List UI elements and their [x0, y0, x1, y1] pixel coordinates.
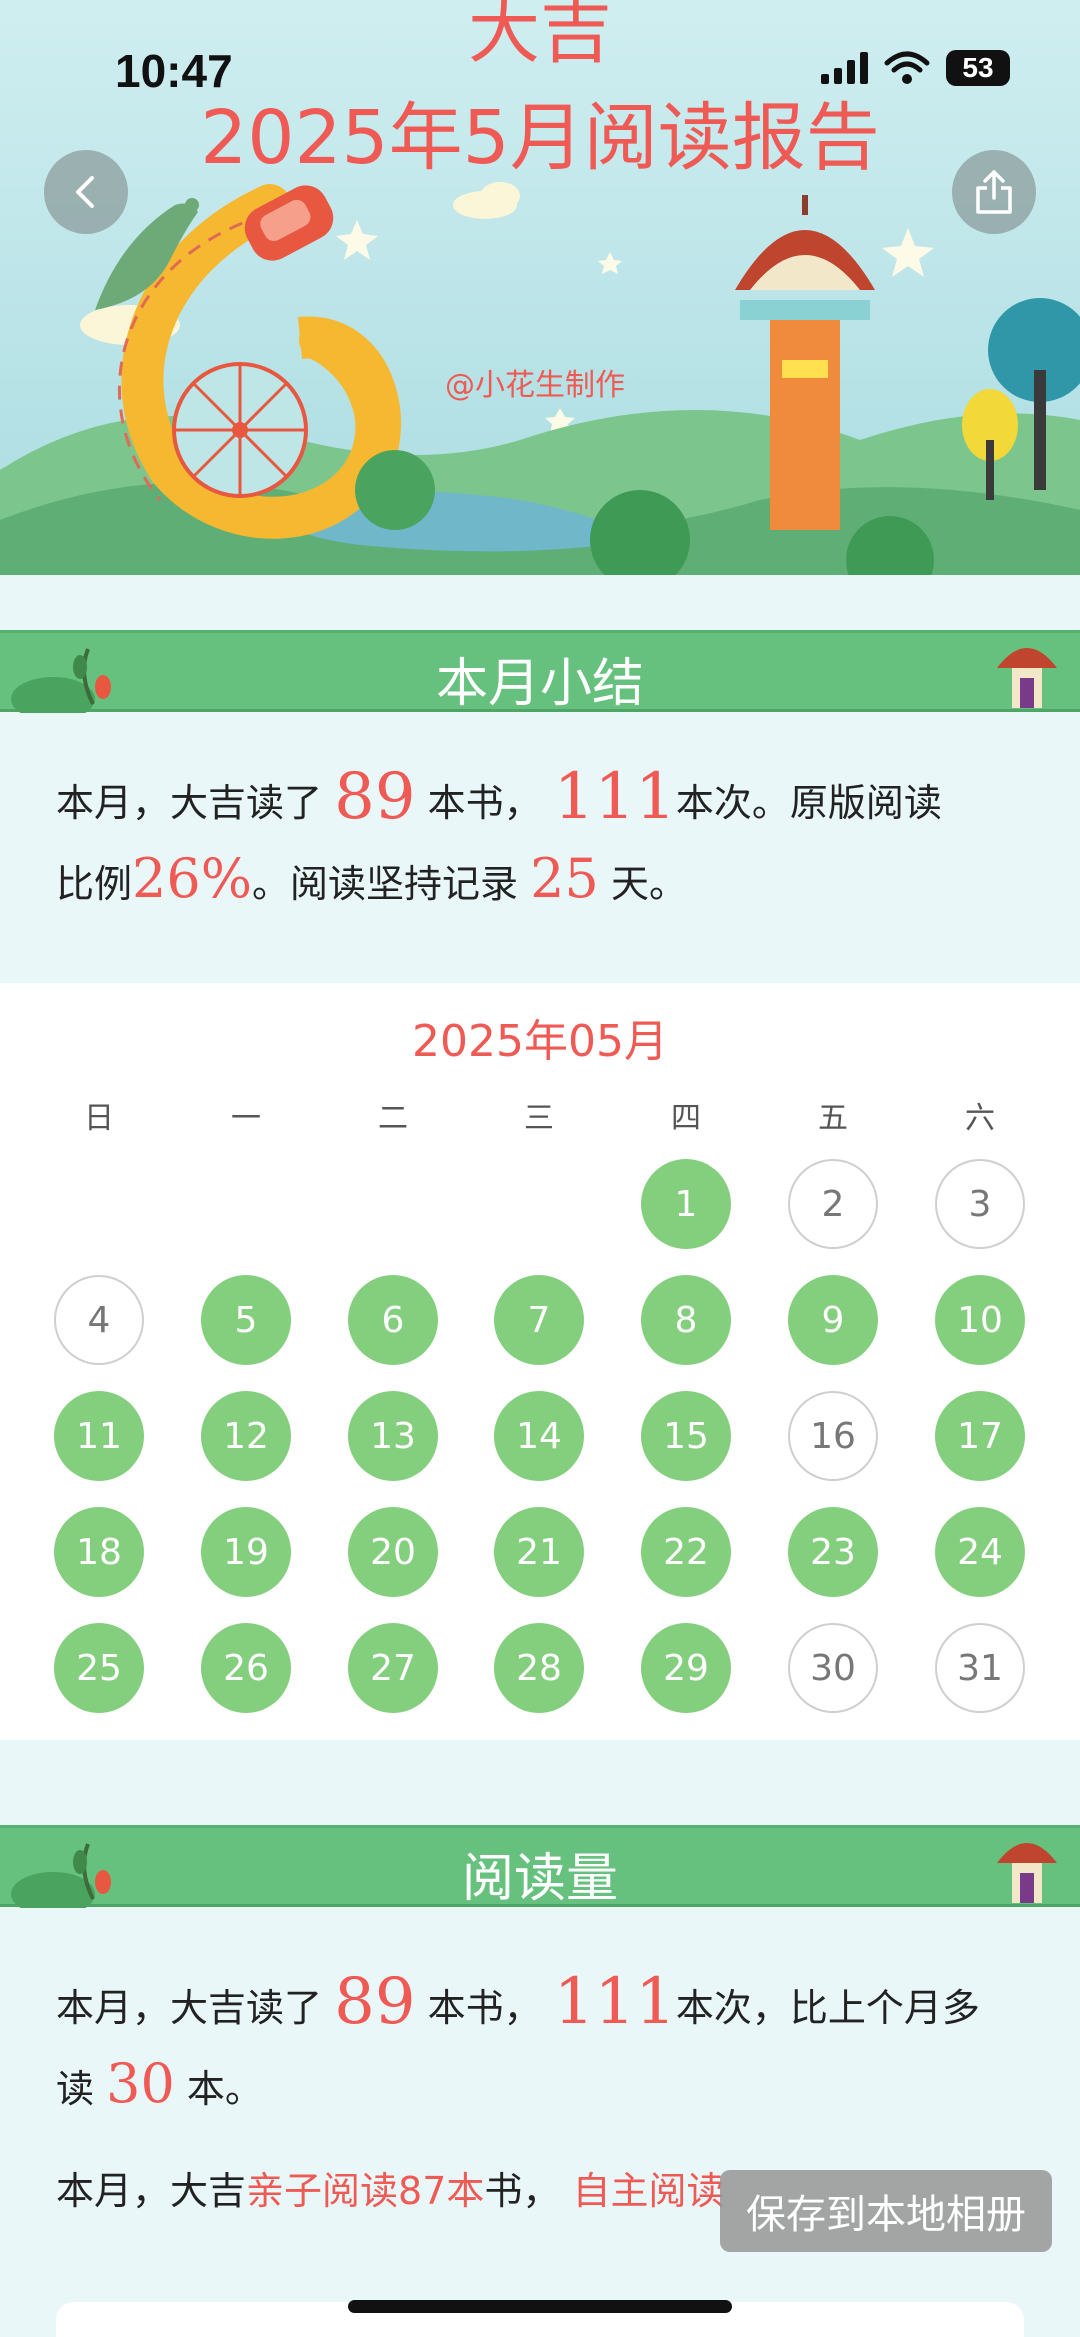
streak-days: 25	[530, 847, 599, 910]
volume-text-part: 读	[56, 2067, 95, 2111]
battery-indicator: 53	[946, 50, 1010, 86]
calendar-day[interactable]: 22	[641, 1507, 731, 1597]
volume-section-title: 阅读量	[461, 1849, 618, 1909]
calendar-day[interactable]: 2	[788, 1159, 878, 1249]
share-icon	[976, 170, 1012, 214]
calendar-day[interactable]: 4	[54, 1275, 144, 1365]
weekday-label: 三	[524, 1101, 554, 1136]
weekday-label: 日	[84, 1101, 114, 1136]
volume-panel: 本月，大吉读了 89 本书， 111本次，比上个月多 读 30 本。 本月，大吉…	[0, 1908, 1080, 2337]
calendar-day[interactable]: 6	[348, 1275, 438, 1365]
calendar-day[interactable]: 20	[348, 1507, 438, 1597]
calendar-day[interactable]: 25	[54, 1623, 144, 1713]
calendar-day[interactable]: 29	[641, 1623, 731, 1713]
calendar-day[interactable]: 31	[935, 1623, 1025, 1713]
calendar-day[interactable]: 8	[641, 1275, 731, 1365]
volume-books-count: 89	[334, 1965, 416, 2039]
calendar-day[interactable]: 3	[935, 1159, 1025, 1249]
wifi-icon	[884, 51, 930, 84]
tower-decoration-icon	[997, 1843, 1057, 1903]
books-count: 89	[334, 760, 416, 834]
calendar-day[interactable]: 23	[788, 1507, 878, 1597]
volume-text: 本月，大吉读了 89 本书， 111本次，比上个月多 读 30 本。	[56, 1964, 1024, 2127]
status-time: 10:47	[115, 45, 233, 97]
weekday-label: 四	[671, 1101, 701, 1136]
tower-decoration-icon	[997, 648, 1057, 708]
summary-text-part: 。阅读坚持记录	[252, 862, 519, 906]
weekday-label: 六	[965, 1101, 995, 1136]
calendar-day[interactable]: 12	[201, 1391, 291, 1481]
weekday-label: 二	[378, 1101, 408, 1136]
save-to-album-button[interactable]: 保存到本地相册	[720, 2170, 1052, 2252]
more-than-last-month: 30	[106, 2052, 175, 2115]
calendar-day[interactable]: 1	[641, 1159, 731, 1249]
calendar-day[interactable]: 30	[788, 1623, 878, 1713]
calendar-day[interactable]: 24	[935, 1507, 1025, 1597]
calendar-title: 2025年05月	[412, 1016, 668, 1067]
calendar-day[interactable]: 16	[788, 1391, 878, 1481]
calendar-day[interactable]: 13	[348, 1391, 438, 1481]
volume-text-part: 本月，大吉读了	[56, 1986, 323, 2030]
calendar-day[interactable]: 9	[788, 1275, 878, 1365]
volume-section-header: 阅读量	[0, 1825, 1080, 1909]
original-ratio: 26%	[132, 847, 253, 910]
status-icons: 53	[821, 50, 1010, 86]
cellular-signal-icon	[821, 52, 868, 84]
summary-section-title: 本月小结	[435, 654, 644, 714]
home-indicator	[348, 2300, 732, 2313]
calendar-day[interactable]: 27	[348, 1623, 438, 1713]
back-button[interactable]	[44, 150, 128, 234]
read-times-count: 111	[553, 760, 676, 834]
volume-text-part: 本次，比上个月多	[675, 1986, 980, 2030]
calendar-day[interactable]: 17	[935, 1391, 1025, 1481]
chevron-left-icon	[76, 176, 94, 208]
share-button[interactable]	[952, 150, 1036, 234]
summary-text-part: 本书，	[427, 781, 542, 825]
parent-child-reading: 亲子阅读87本	[246, 2169, 485, 2213]
reading-type-part: 书，	[484, 2169, 561, 2213]
reading-type-part: 本月，大吉	[56, 2169, 247, 2213]
calendar-day[interactable]: 15	[641, 1391, 731, 1481]
weekday-label: 五	[818, 1101, 848, 1136]
summary-text-part: 本月，大吉读了	[56, 781, 323, 825]
summary-panel: 本月，大吉读了 89 本书， 111本次。原版阅读 比例26%。阅读坚持记录 2…	[0, 713, 1080, 983]
volume-text-part: 本。	[186, 2067, 263, 2111]
summary-text-part: 天。	[610, 862, 687, 906]
calendar-day[interactable]: 7	[494, 1275, 584, 1365]
calendar-day[interactable]: 10	[935, 1275, 1025, 1365]
volume-text-part: 本书，	[427, 1986, 542, 2030]
calendar-day[interactable]: 28	[494, 1623, 584, 1713]
calendar-day[interactable]: 14	[494, 1391, 584, 1481]
calendar-day[interactable]: 18	[54, 1507, 144, 1597]
self-reading: 自主阅读	[572, 2169, 725, 2213]
summary-section-header: 本月小结	[0, 630, 1080, 714]
credit-text: @小花生制作	[445, 368, 625, 403]
calendar-day[interactable]: 5	[201, 1275, 291, 1365]
calendar-day[interactable]: 11	[54, 1391, 144, 1481]
summary-text-part: 本次。原版阅读	[675, 781, 942, 825]
summary-text: 本月，大吉读了 89 本书， 111本次。原版阅读 比例26%。阅读坚持记录 2…	[56, 759, 1024, 922]
calendar-day[interactable]: 26	[201, 1623, 291, 1713]
calendar-day[interactable]: 21	[494, 1507, 584, 1597]
summary-text-part: 比例	[56, 862, 133, 906]
reading-calendar: 2025年05月 日一二三四五六 1 2 3 4 5 6 7 8 9 10 11 12 13 14 15 16…	[0, 983, 1080, 1740]
weekday-label: 一	[231, 1101, 261, 1136]
calendar-day[interactable]: 19	[201, 1507, 291, 1597]
volume-times-count: 111	[553, 1965, 676, 2039]
